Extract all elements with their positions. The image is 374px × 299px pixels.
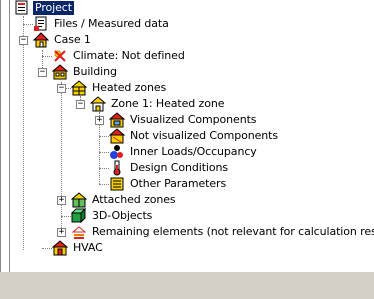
tree-item-label: Inner Loads/Occupancy: [130, 145, 257, 158]
tree-item-case1[interactable]: Case 1: [32, 32, 93, 48]
tree-item-attached-zones[interactable]: Attached zones: [70, 192, 178, 208]
tree-item-label: Attached zones: [92, 193, 176, 206]
project-icon: [14, 0, 30, 16]
tree-item-project[interactable]: Project: [14, 0, 74, 16]
tree-item-label: Building: [73, 65, 117, 78]
not-visualized-icon: [108, 128, 126, 144]
expand-attached-zones-button[interactable]: +: [57, 196, 66, 205]
tree-item-hvac[interactable]: HVAC: [51, 240, 105, 256]
tree-item-label: Remaining elements (not relevant for cal…: [92, 225, 374, 238]
tree-item-label: Climate: Not defined: [73, 49, 185, 62]
tree-item-label: 3D-Objects: [92, 209, 153, 222]
visualized-icon: [108, 112, 126, 128]
tree-item-visualized-components[interactable]: Visualized Components: [108, 112, 258, 128]
tree-item-other-parameters[interactable]: Other Parameters: [109, 176, 228, 192]
heated-zone-icon: [70, 80, 88, 96]
collapse-case1-button[interactable]: −: [19, 36, 28, 45]
tree-item-heated-zones[interactable]: Heated zones: [70, 80, 168, 96]
tree-item-inner-loads[interactable]: Inner Loads/Occupancy: [109, 144, 259, 160]
other-parameters-icon: [109, 176, 125, 192]
tree-item-label: Other Parameters: [130, 177, 227, 190]
expand-remaining-button[interactable]: +: [57, 228, 66, 237]
collapse-zone1-button[interactable]: −: [76, 100, 85, 109]
tree-item-label: Design Conditions: [130, 161, 228, 174]
tree-item-remaining-elements[interactable]: Remaining elements (not relevant for cal…: [71, 224, 374, 240]
tree-item-label: HVAC: [73, 241, 103, 254]
design-conditions-icon: [109, 160, 125, 176]
attached-zones-icon: [70, 192, 88, 208]
house-icon: [32, 32, 50, 48]
tree-item-climate[interactable]: Climate: Not defined: [52, 48, 187, 64]
tree-item-label: Files / Measured data: [54, 17, 169, 30]
collapse-heated-zones-button[interactable]: −: [57, 84, 66, 93]
tree-item-label: Project: [33, 1, 74, 15]
remaining-elements-icon: [71, 224, 87, 240]
climate-icon: [52, 48, 68, 64]
project-tree: − − − − + + + Project Files / Measured d…: [0, 0, 374, 272]
3d-objects-icon: [70, 207, 87, 224]
document-icon: [33, 16, 49, 32]
collapse-building-button[interactable]: −: [38, 68, 47, 77]
tree-view-panel: − − − − + + + Project Files / Measured d…: [0, 0, 374, 299]
tree-item-label: Heated zones: [92, 81, 167, 94]
expand-visualized-button[interactable]: +: [95, 116, 104, 125]
panel-bottom-bar: [0, 272, 374, 299]
tree-item-label: Not visualized Components: [130, 129, 279, 142]
hvac-icon: [51, 240, 69, 256]
tree-item-files[interactable]: Files / Measured data: [33, 16, 171, 32]
zone-icon: [89, 96, 107, 112]
tree-item-label: Case 1: [54, 33, 91, 46]
inner-loads-icon: [109, 144, 125, 160]
tree-item-design-conditions[interactable]: Design Conditions: [109, 160, 230, 176]
tree-item-building[interactable]: Building: [51, 64, 119, 80]
building-icon: [51, 64, 69, 80]
tree-item-label: Visualized Components: [130, 113, 257, 126]
tree-item-label: Zone 1: Heated zone: [111, 97, 225, 110]
tree-item-not-visualized-components[interactable]: Not visualized Components: [108, 128, 280, 144]
tree-item-3d-objects[interactable]: 3D-Objects: [70, 207, 154, 224]
tree-item-zone1[interactable]: Zone 1: Heated zone: [89, 96, 226, 112]
